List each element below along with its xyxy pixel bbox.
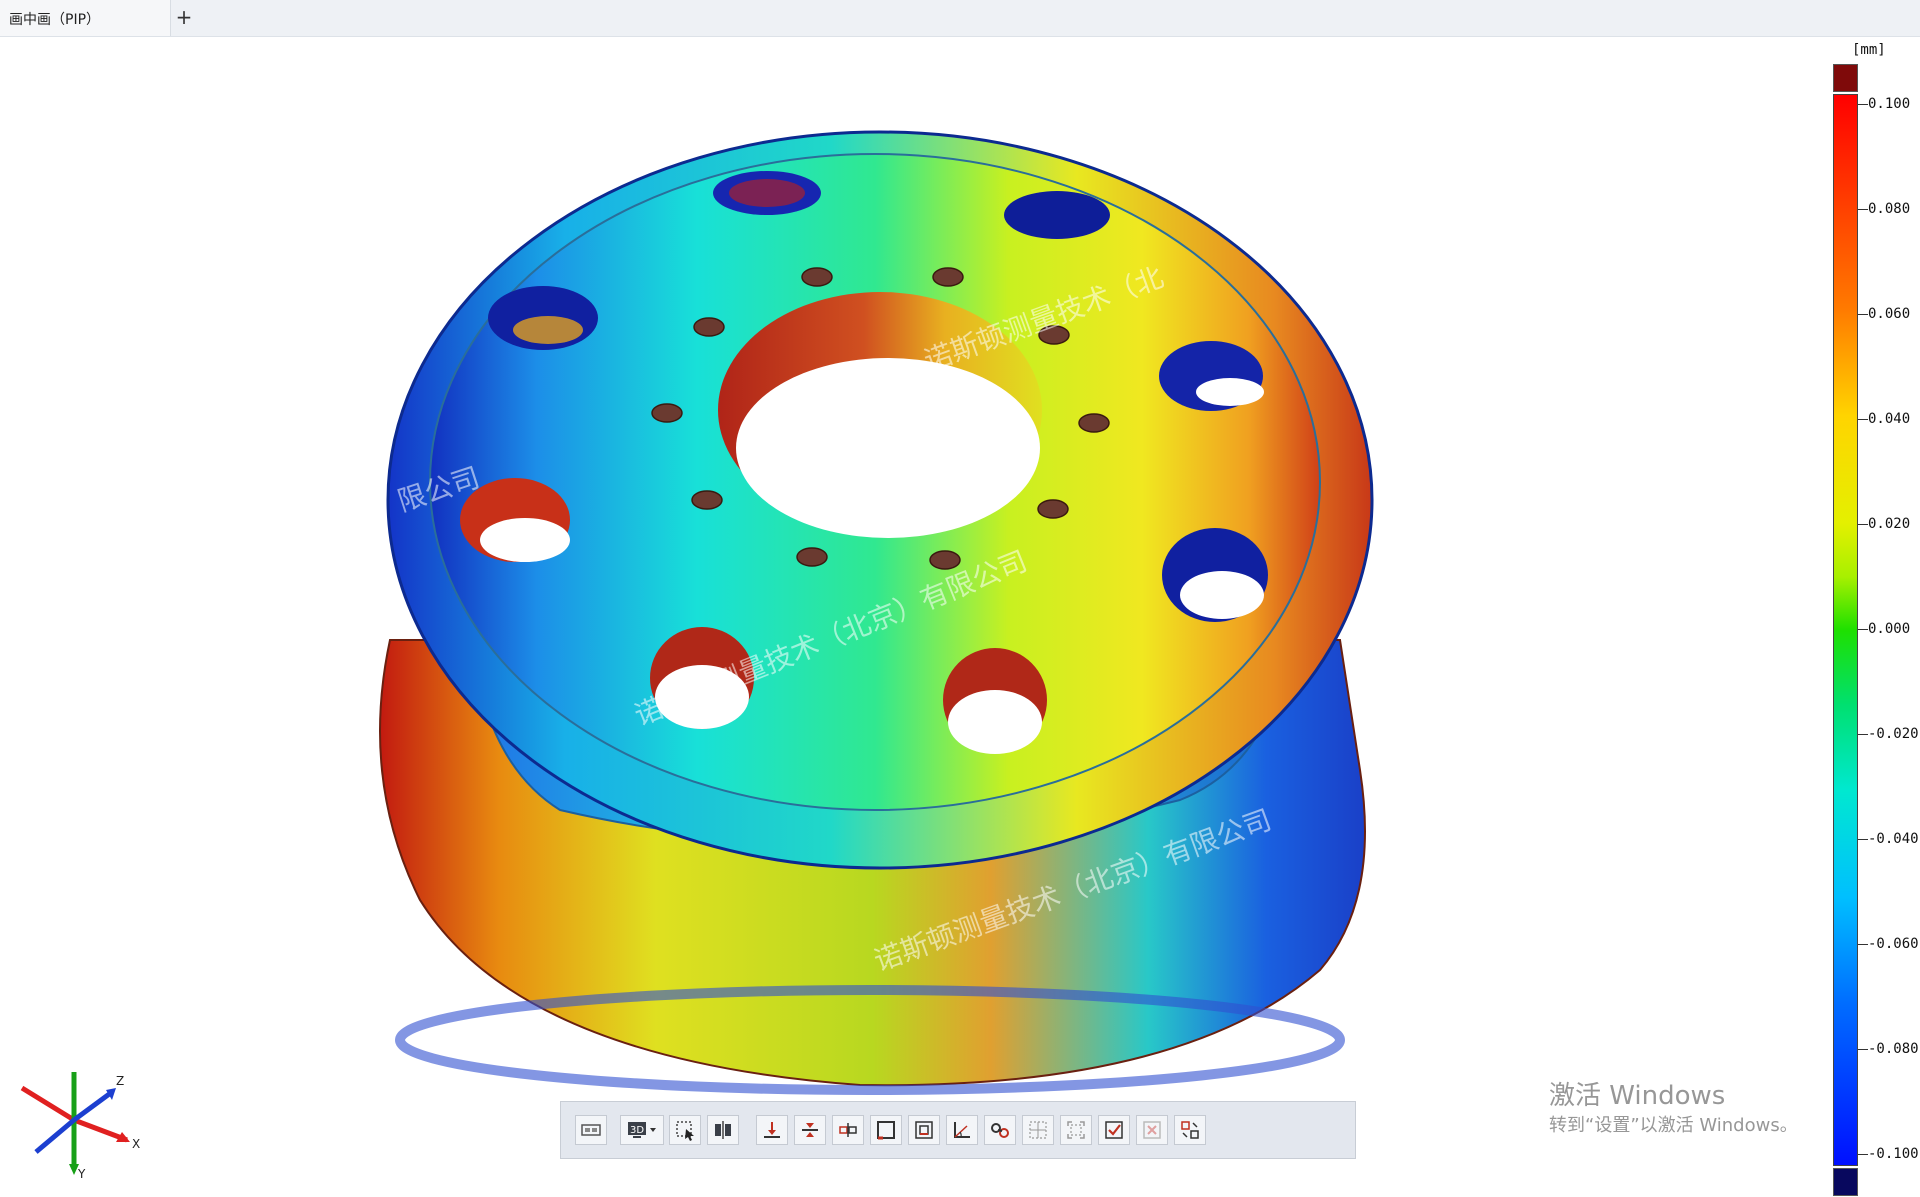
- angle-measure-icon: [954, 1122, 970, 1138]
- legend-tick: [1858, 839, 1868, 840]
- legend-under-swatch: [1833, 1168, 1858, 1196]
- axis-x-label: X: [132, 1137, 140, 1151]
- 3d-view-icon: 3D: [628, 1122, 656, 1138]
- axis-z-label: Z: [116, 1074, 124, 1088]
- check-box-icon: [1105, 1121, 1123, 1139]
- view-toolbar: 3D: [560, 1101, 1356, 1159]
- remove-box-icon: [1143, 1121, 1161, 1139]
- 3d-viewport[interactable]: 诺斯顿测量技术（北京）有限公司 诺斯顿测量技术（北京）有限公司 诺斯顿测量技术（…: [0, 37, 1920, 1197]
- rectangle-button[interactable]: [870, 1115, 902, 1145]
- remove-box-button[interactable]: [1136, 1115, 1168, 1145]
- fit-extents-button[interactable]: [1060, 1115, 1092, 1145]
- align-bottom-icon: [764, 1122, 780, 1138]
- legend-label: 0.100: [1868, 96, 1911, 112]
- legend-tick: [1858, 1154, 1868, 1155]
- axis-triad[interactable]: Z X Y: [12, 1060, 152, 1180]
- tab-pip-label: 画中画（PIP）: [9, 12, 101, 28]
- grid-select-icon: [1029, 1121, 1047, 1139]
- legend-tick: [1858, 1049, 1868, 1050]
- frame-fit-button[interactable]: [908, 1115, 940, 1145]
- legend-label: -0.020: [1868, 726, 1919, 742]
- 3d-view-label: 3D: [630, 1125, 644, 1136]
- select-region-button[interactable]: [669, 1115, 701, 1145]
- link-button[interactable]: [984, 1115, 1016, 1145]
- legend-unit: [mm]: [1852, 42, 1886, 58]
- distribute-icon: [839, 1123, 857, 1137]
- fit-extents-icon: [1067, 1121, 1085, 1139]
- split-view-icon: [715, 1121, 731, 1139]
- angle-measure-button[interactable]: [946, 1115, 978, 1145]
- legend-tick: [1858, 944, 1868, 945]
- legend-tick: [1858, 734, 1868, 735]
- align-center-button[interactable]: [794, 1115, 826, 1145]
- legend-tick: [1858, 104, 1868, 105]
- legend-label: 0.020: [1868, 516, 1911, 532]
- align-bottom-button[interactable]: [756, 1115, 788, 1145]
- tab-bar: 画中画（PIP） +: [0, 0, 1920, 37]
- legend-label: -0.060: [1868, 936, 1919, 952]
- arrange-button[interactable]: [1174, 1115, 1206, 1145]
- wheel-rim-deviation-map[interactable]: [0, 37, 1920, 1197]
- legend-label: -0.080: [1868, 1041, 1919, 1057]
- add-tab-button[interactable]: +: [173, 4, 195, 30]
- legend-tick: [1858, 419, 1868, 420]
- check-box-button[interactable]: [1098, 1115, 1130, 1145]
- legend-tick: [1858, 629, 1868, 630]
- windows-activation-subtitle: 转到“设置”以激活 Windows。: [1549, 1115, 1798, 1136]
- legend-label: 0.000: [1868, 621, 1911, 637]
- legend-label: 0.040: [1868, 411, 1911, 427]
- rim-hub-bore: [736, 358, 1040, 538]
- legend-label: -0.100: [1868, 1146, 1919, 1162]
- hand-hole: [1004, 191, 1110, 239]
- legend-over-swatch: [1833, 64, 1858, 92]
- align-center-icon: [802, 1123, 818, 1137]
- link-icon: [991, 1123, 1009, 1138]
- legend-tick: [1858, 314, 1868, 315]
- grid-select-button[interactable]: [1022, 1115, 1054, 1145]
- select-region-icon: [676, 1121, 694, 1141]
- split-view-button[interactable]: [707, 1115, 739, 1145]
- legend-tick: [1858, 209, 1868, 210]
- windows-activation-title: 激活 Windows: [1549, 1081, 1726, 1111]
- arrange-icon: [1181, 1121, 1199, 1139]
- 3d-view-button[interactable]: 3D: [620, 1115, 664, 1145]
- legend-label: -0.040: [1868, 831, 1919, 847]
- frame-fit-icon: [915, 1121, 933, 1139]
- legend-label: 0.060: [1868, 306, 1911, 322]
- view-frame-button[interactable]: [575, 1115, 607, 1145]
- legend-color-bar: [1833, 94, 1858, 1166]
- legend-tick: [1858, 524, 1868, 525]
- distribute-button[interactable]: [832, 1115, 864, 1145]
- axis-y-label: Y: [77, 1167, 86, 1180]
- view-frame-icon: [581, 1124, 601, 1136]
- tab-pip[interactable]: 画中画（PIP）: [0, 0, 171, 36]
- legend-label: 0.080: [1868, 201, 1911, 217]
- rectangle-icon: [877, 1121, 895, 1140]
